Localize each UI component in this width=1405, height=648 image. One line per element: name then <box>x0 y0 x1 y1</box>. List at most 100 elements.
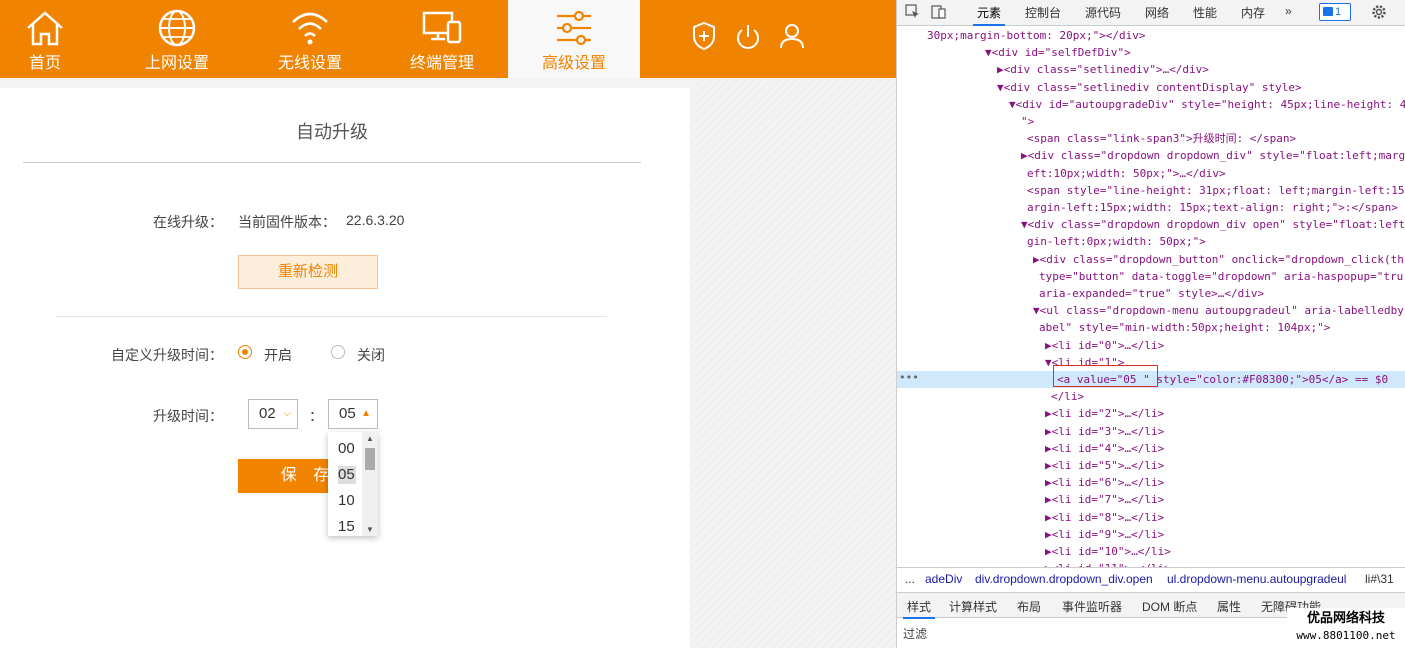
dom-line[interactable]: ▶<li id="10">…</li> <box>897 543 1405 560</box>
tab-sources[interactable]: 源代码 <box>1085 4 1121 21</box>
dom-line[interactable]: ▶<li id="6">…</li> <box>897 474 1405 491</box>
home-icon <box>27 11 63 46</box>
tab-elements[interactable]: 元素 <box>972 4 1006 26</box>
subtab-layout[interactable]: 布局 <box>1017 598 1041 615</box>
breadcrumb-item[interactable]: adeDiv <box>925 568 962 590</box>
dom-line[interactable]: ▶<div class="dropdown_button" onclick="d… <box>897 251 1405 268</box>
chevron-down-icon: ⌵ <box>283 408 291 419</box>
sliders-icon <box>557 10 591 46</box>
dom-line[interactable]: <span class="link-span3">升级时间: </span> <box>897 130 1405 147</box>
radio-on-label[interactable]: 开启 <box>264 345 292 365</box>
dom-line[interactable]: ▶<li id="7">…</li> <box>897 491 1405 508</box>
filter-input[interactable]: 过滤 <box>903 625 927 642</box>
dom-tree[interactable]: 30px;margin-bottom: 20px;"></div> ▼<div i… <box>897 27 1405 567</box>
dom-line[interactable]: aria-expanded="true" style>…</div> <box>897 285 1405 302</box>
firmware-version: 22.6.3.20 <box>346 212 405 228</box>
dom-line[interactable]: ▶<li id="8">…</li> <box>897 509 1405 526</box>
dom-line[interactable]: ▶<li id="3">…</li> <box>897 423 1405 440</box>
dom-line[interactable]: </li> <box>897 388 1405 405</box>
nav-home[interactable]: 首页 <box>0 0 90 78</box>
breadcrumb-item[interactable]: div.dropdown.dropdown_div.open <box>975 568 1153 590</box>
dropdown-scrollbar[interactable]: ▲ ▼ <box>362 432 378 536</box>
dom-line[interactable]: ▶<li id="2">…</li> <box>897 405 1405 422</box>
dom-line[interactable]: ▶<li id="4">…</li> <box>897 440 1405 457</box>
wifi-icon <box>292 12 328 45</box>
tab-memory[interactable]: 内存 <box>1241 4 1265 21</box>
nav-advanced-label: 高级设置 <box>541 55 606 72</box>
breadcrumb-more[interactable]: ... <box>905 568 915 590</box>
dom-line[interactable]: <span style="line-height: 31px;float: le… <box>897 182 1405 199</box>
shield-plus-icon[interactable] <box>690 20 718 52</box>
dom-line[interactable]: abel" style="min-width:50px;height: 104p… <box>897 319 1405 336</box>
nav-advanced-settings[interactable]: 高级设置 <box>508 0 640 78</box>
tab-network[interactable]: 网络 <box>1145 4 1169 21</box>
custom-time-label: 自定义升级时间： <box>111 347 223 363</box>
breadcrumb-item[interactable]: ul.dropdown-menu.autoupgradeul <box>1167 568 1346 590</box>
dom-line[interactable]: type="button" data-toggle="dropdown" ari… <box>897 268 1405 285</box>
radio-off[interactable] <box>331 345 345 359</box>
radio-on[interactable] <box>238 345 252 359</box>
dom-line[interactable]: ▶<li id="5">…</li> <box>897 457 1405 474</box>
scroll-up-arrow-icon[interactable]: ▲ <box>362 434 378 443</box>
dom-line[interactable]: eft:10px;width: 50px;">…</div> <box>897 165 1405 182</box>
minute-option[interactable]: 00 <box>338 440 356 458</box>
section-divider <box>56 316 607 317</box>
minute-dropdown[interactable]: 05 ▲ <box>328 399 378 429</box>
dom-line[interactable]: "> <box>897 113 1405 130</box>
recheck-button[interactable]: 重新检测 <box>238 255 378 289</box>
panel-title: 自动升级 <box>296 122 368 142</box>
dom-line[interactable]: argin-left:15px;width: 15px;text-align: … <box>897 199 1405 216</box>
radio-off-label[interactable]: 关闭 <box>357 345 385 365</box>
dom-line[interactable]: ▶<li id="9">…</li> <box>897 526 1405 543</box>
inspect-element-icon[interactable] <box>905 4 921 20</box>
dom-line[interactable]: ▼<div id="selfDefDiv"> <box>897 44 1405 61</box>
scroll-thumb[interactable] <box>365 448 375 470</box>
subtab-dom-breakpoints[interactable]: DOM 断点 <box>1142 598 1197 615</box>
globe-icon <box>158 9 196 47</box>
auto-upgrade-panel: 自动升级 在线升级： 当前固件版本： 22.6.3.20 重新检测 自定义升级时… <box>0 88 690 648</box>
devtools-panel: 元素 控制台 源代码 网络 性能 内存 » 1 30px;margin-bott… <box>896 0 1405 648</box>
tab-performance[interactable]: 性能 <box>1193 4 1217 21</box>
dom-line[interactable]: ▼<div class="setlinediv contentDisplay" … <box>897 79 1405 96</box>
title-divider <box>23 162 641 163</box>
issues-badge[interactable]: 1 <box>1319 3 1351 21</box>
devices-icon <box>422 11 462 44</box>
minute-option[interactable]: 15 <box>338 518 356 536</box>
upgrade-time-label: 升级时间： <box>153 408 223 424</box>
dom-line[interactable]: ▶<li id="0">…</li> <box>897 337 1405 354</box>
minute-option-selected[interactable]: 05 <box>338 466 356 484</box>
dom-line[interactable]: ▶<div class="setlinediv">…</div> <box>897 61 1405 78</box>
user-icon[interactable] <box>778 20 806 52</box>
breadcrumb: ... adeDiv div.dropdown.dropdown_div.ope… <box>897 567 1405 591</box>
subtab-properties[interactable]: 属性 <box>1217 598 1241 615</box>
nav-device-management[interactable]: 终端管理 <box>376 0 508 78</box>
subtab-computed[interactable]: 计算样式 <box>949 598 997 615</box>
minute-value: 05 <box>339 405 356 422</box>
dom-line-menu-dots[interactable]: ••• <box>899 371 919 384</box>
device-toolbar-icon[interactable] <box>931 4 947 20</box>
subtab-event-listeners[interactable]: 事件监听器 <box>1062 598 1122 615</box>
chevron-up-icon: ▲ <box>361 408 371 419</box>
dom-line[interactable]: ▼<div id="autoupgradeDiv" style="height:… <box>897 96 1405 113</box>
dom-line[interactable]: 30px;margin-bottom: 20px;"></div> <box>897 27 1405 44</box>
minute-option[interactable]: 10 <box>338 492 356 510</box>
dom-line[interactable]: ▼<ul class="dropdown-menu autoupgradeul"… <box>897 302 1405 319</box>
online-upgrade-label: 在线升级： <box>153 214 223 230</box>
dom-line[interactable]: ▶<li id="11">…</li> <box>897 560 1405 567</box>
dom-line[interactable]: ▶<div class="dropdown dropdown_div" styl… <box>897 147 1405 164</box>
gear-icon[interactable] <box>1371 4 1387 20</box>
dom-line[interactable]: ▼<div class="dropdown dropdown_div open"… <box>897 216 1405 233</box>
breadcrumb-item[interactable]: li#\31 <box>1365 568 1394 590</box>
power-icon[interactable] <box>734 20 762 52</box>
subtab-styles[interactable]: 样式 <box>902 598 936 619</box>
nav-internet-settings[interactable]: 上网设置 <box>110 0 244 78</box>
hour-dropdown[interactable]: 02 ⌵ <box>248 399 298 429</box>
dom-line[interactable]: gin-left:0px;width: 50px;"> <box>897 233 1405 250</box>
time-colon: ： <box>309 408 323 424</box>
nav-wireless-settings[interactable]: 无线设置 <box>244 0 376 78</box>
nav-internet-label: 上网设置 <box>144 55 209 72</box>
tab-console[interactable]: 控制台 <box>1025 4 1061 21</box>
more-tabs-button[interactable]: » <box>1285 4 1292 18</box>
nav-home-label: 首页 <box>28 55 61 72</box>
scroll-down-arrow-icon[interactable]: ▼ <box>362 525 378 534</box>
